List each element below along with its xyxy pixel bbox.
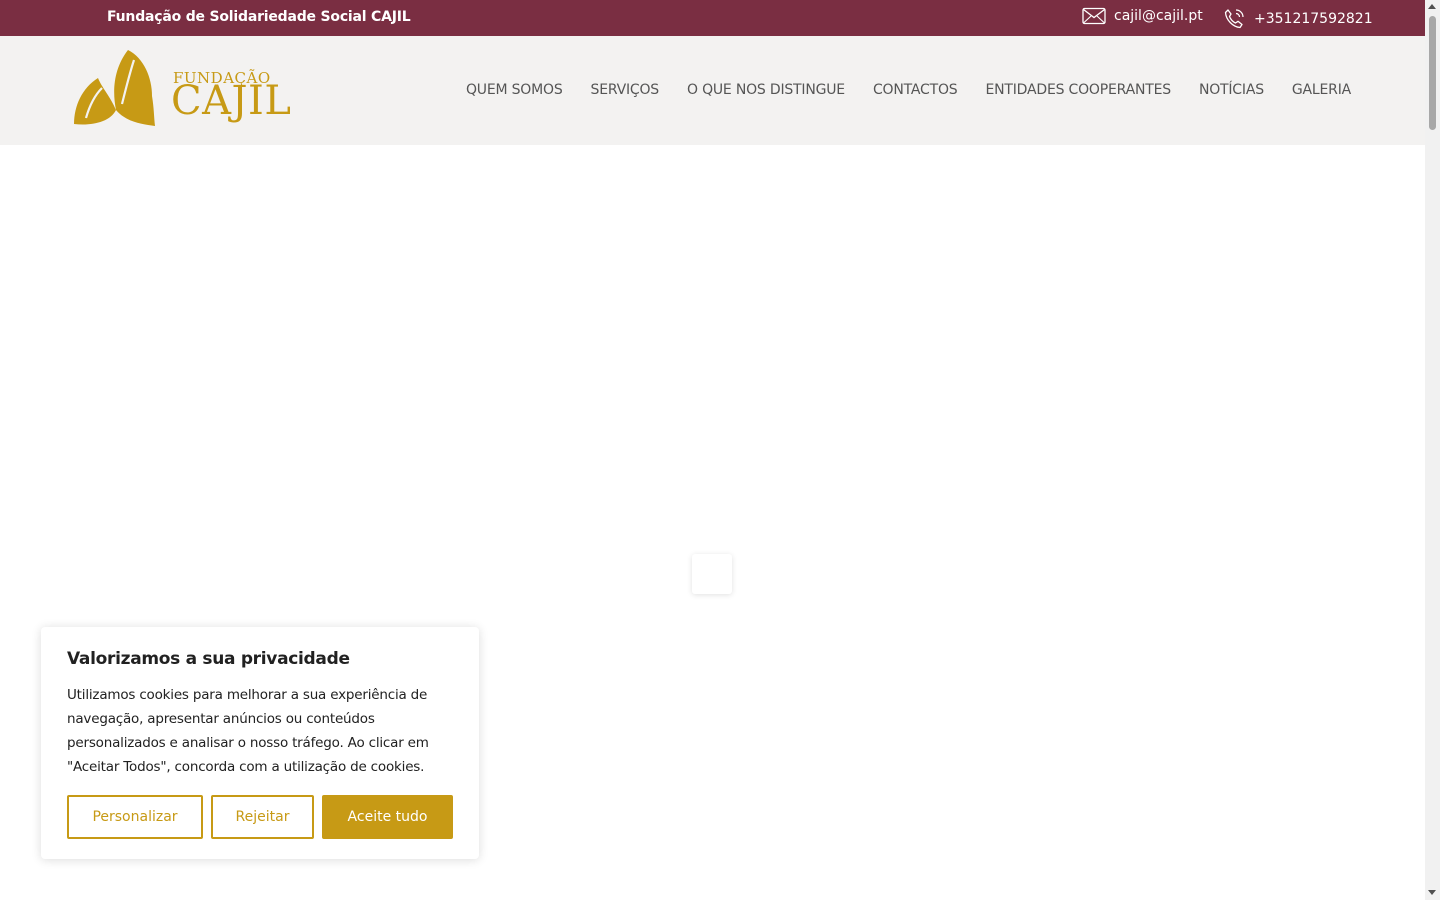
loading-indicator	[692, 554, 732, 594]
org-name: Fundação de Solidariedade Social CAJIL	[107, 9, 411, 25]
top-bar: Fundação de Solidariedade Social CAJIL c…	[0, 0, 1425, 36]
cookie-body: Utilizamos cookies para melhorar a sua e…	[67, 687, 429, 775]
page: Fundação de Solidariedade Social CAJIL c…	[0, 0, 1425, 900]
nav-item-galeria[interactable]: GALERIA	[1292, 82, 1351, 98]
customize-button[interactable]: Personalizar	[67, 795, 203, 839]
nav-item-o-que-nos-distingue[interactable]: O QUE NOS DISTINGUE	[687, 82, 845, 98]
phone-link[interactable]: +351217592821	[1222, 7, 1373, 31]
nav-item-servicos[interactable]: SERVIÇOS	[591, 82, 660, 98]
cookie-consent-dialog: Valorizamos a sua privacidade Utilizamos…	[41, 627, 479, 859]
scrollbar-thumb[interactable]	[1429, 16, 1436, 130]
scroll-up-arrow-icon[interactable]	[1428, 4, 1436, 9]
accept-all-button[interactable]: Aceite tudo	[322, 795, 453, 839]
cookie-actions: Personalizar Rejeitar Aceite tudo	[67, 795, 453, 839]
vertical-scrollbar[interactable]	[1425, 0, 1440, 900]
phone-icon	[1224, 9, 1244, 29]
nav-item-noticias[interactable]: NOTÍCIAS	[1199, 82, 1264, 98]
nav-item-contactos[interactable]: CONTACTOS	[873, 82, 958, 98]
site-header: FUNDAÇÃO CAJIL QUEM SOMOS SERVIÇOS O QUE…	[0, 36, 1425, 145]
email-link[interactable]: cajil@cajil.pt	[1082, 7, 1203, 25]
logo-line-2: CAJIL	[171, 78, 292, 124]
email-text: cajil@cajil.pt	[1114, 8, 1203, 24]
nav-item-entidades-cooperantes[interactable]: ENTIDADES COOPERANTES	[985, 82, 1171, 98]
cookie-title: Valorizamos a sua privacidade	[67, 649, 350, 669]
main-nav: QUEM SOMOS SERVIÇOS O QUE NOS DISTINGUE …	[466, 82, 1351, 98]
site-logo[interactable]: FUNDAÇÃO CAJIL	[72, 48, 304, 136]
mail-icon	[1082, 7, 1106, 25]
scroll-down-arrow-icon[interactable]	[1428, 890, 1436, 895]
phone-text: +351217592821	[1254, 11, 1373, 27]
reject-button[interactable]: Rejeitar	[211, 795, 314, 839]
leaf-logo-icon	[74, 50, 155, 126]
nav-item-quem-somos[interactable]: QUEM SOMOS	[466, 82, 563, 98]
